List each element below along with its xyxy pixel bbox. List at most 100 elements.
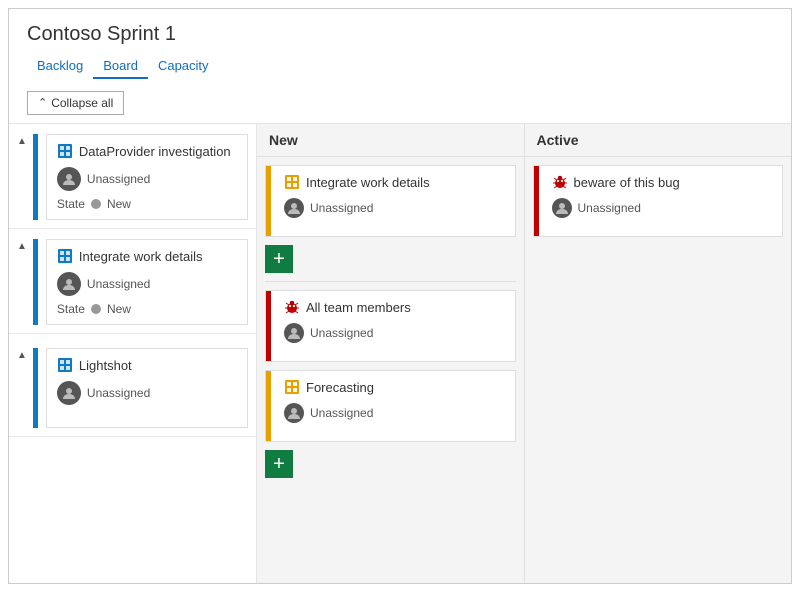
toolbar: ⌃ Collapse all	[9, 83, 791, 124]
card3-content: Forecasting Unassigned	[284, 379, 505, 423]
nav-tabs: Backlog Board Capacity	[27, 54, 773, 79]
plus-icon-2: +	[273, 453, 285, 476]
person-card-3: Lightshot Unassigned	[46, 348, 248, 428]
card1-user: Unassigned	[284, 198, 505, 218]
person-card-1-assignee: Unassigned	[87, 172, 150, 186]
person-card-3-title-text: Lightshot	[79, 358, 132, 373]
person-card-2-avatar-row: Unassigned	[57, 272, 237, 296]
card4-avatar	[552, 198, 572, 218]
card1-title: Integrate work details	[284, 174, 505, 190]
card4-bug-icon	[552, 174, 568, 190]
board-layout: ▲ DataProvider invest	[9, 124, 791, 584]
card3-assignee: Unassigned	[310, 406, 373, 420]
collapse-arrow-icon: ⌃	[38, 96, 47, 109]
card1-title-text: Integrate work details	[306, 175, 430, 190]
card4-bar	[534, 166, 539, 236]
state-dot-1	[91, 199, 101, 209]
add-card-group2-new-button[interactable]: +	[265, 450, 293, 478]
group3-collapse-icon[interactable]: ▲	[17, 350, 27, 361]
task-icon-1	[57, 143, 73, 159]
card4-content: beware of this bug Una	[552, 174, 773, 218]
column-new-header: New	[257, 124, 524, 157]
column-active-group2-empty	[533, 245, 784, 584]
person-group-header-1: ▲ DataProvider invest	[9, 124, 256, 228]
card2-bar	[266, 291, 271, 361]
card3-avatar	[284, 403, 304, 423]
blue-bar-2	[33, 239, 38, 325]
person-group-header-3: ▲ Lightshot	[9, 338, 256, 436]
plus-icon-1: +	[273, 248, 285, 271]
person-group-3: ▲ Lightshot	[9, 338, 256, 437]
card1-assignee: Unassigned	[310, 201, 373, 215]
card4-user: Unassigned	[552, 198, 773, 218]
tab-capacity[interactable]: Capacity	[148, 54, 219, 79]
card2-title: All team members	[284, 299, 505, 315]
group2-collapse-icon[interactable]: ▲	[17, 241, 27, 252]
card4-title: beware of this bug	[552, 174, 773, 190]
column-active-header: Active	[525, 124, 792, 157]
column-active: Active	[525, 124, 792, 584]
card2-user: Unassigned	[284, 323, 505, 343]
task-icon-3	[57, 357, 73, 373]
card1-bar	[266, 166, 271, 236]
board-columns: New	[257, 124, 791, 584]
state-label-1: State	[57, 197, 85, 211]
column-new-body: Integrate work details	[257, 157, 524, 584]
board-card-2[interactable]: All team members Unass	[265, 290, 516, 362]
card2-content: All team members Unass	[284, 299, 505, 343]
person-card-1-title: DataProvider investigation	[57, 143, 237, 159]
card1-content: Integrate work details	[284, 174, 505, 218]
collapse-all-button[interactable]: ⌃ Collapse all	[27, 91, 124, 115]
person-card-2-title-text: Integrate work details	[79, 249, 203, 264]
column-new-group1: Integrate work details	[265, 165, 516, 273]
person-card-1: DataProvider investigation Unassigned	[46, 134, 248, 220]
tab-backlog[interactable]: Backlog	[27, 54, 93, 79]
person-group-2: ▲ Integrate work details	[9, 229, 256, 334]
group1-collapse-icon[interactable]: ▲	[17, 136, 27, 147]
state-value-2: New	[107, 302, 131, 316]
person-card-3-title: Lightshot	[57, 357, 237, 373]
person-card-3-avatar-row: Unassigned	[57, 381, 237, 405]
card3-user: Unassigned	[284, 403, 505, 423]
person-column: ▲ DataProvider invest	[9, 124, 257, 584]
card1-avatar	[284, 198, 304, 218]
state-dot-2	[91, 304, 101, 314]
person-group-1: ▲ DataProvider invest	[9, 124, 256, 229]
person-card-1-title-text: DataProvider investigation	[79, 144, 231, 159]
blue-bar-3	[33, 348, 38, 428]
card2-bug-icon	[284, 299, 300, 315]
task-icon-2	[57, 248, 73, 264]
state-value-1: New	[107, 197, 131, 211]
group-divider	[265, 281, 516, 282]
add-card-group1-new-button[interactable]: +	[265, 245, 293, 273]
blue-bar-1	[33, 134, 38, 220]
card3-title: Forecasting	[284, 379, 505, 395]
board-card-1[interactable]: Integrate work details	[265, 165, 516, 237]
card4-assignee: Unassigned	[578, 201, 641, 215]
state-label-2: State	[57, 302, 85, 316]
card2-assignee: Unassigned	[310, 326, 373, 340]
card2-avatar	[284, 323, 304, 343]
person-card-1-state-row: State New	[57, 197, 237, 211]
person-card-2-state-row: State New	[57, 302, 237, 316]
person-card-1-avatar-row: Unassigned	[57, 167, 237, 191]
card3-task-icon	[284, 379, 300, 395]
column-new: New	[257, 124, 525, 584]
person-card-2-assignee: Unassigned	[87, 277, 150, 291]
avatar-2	[57, 272, 81, 296]
avatar-1	[57, 167, 81, 191]
column-active-body: beware of this bug Una	[525, 157, 792, 584]
card3-title-text: Forecasting	[306, 380, 374, 395]
tab-board[interactable]: Board	[93, 54, 148, 79]
board-card-3[interactable]: Forecasting Unassigned	[265, 370, 516, 442]
card4-title-text: beware of this bug	[574, 175, 680, 190]
person-card-2-title: Integrate work details	[57, 248, 237, 264]
person-group-header-2: ▲ Integrate work details	[9, 229, 256, 333]
page-title: Contoso Sprint 1	[27, 23, 773, 46]
card2-title-text: All team members	[306, 300, 411, 315]
card1-task-icon	[284, 174, 300, 190]
avatar-3	[57, 381, 81, 405]
board-card-4[interactable]: beware of this bug Una	[533, 165, 784, 237]
column-active-group1: beware of this bug Una	[533, 165, 784, 237]
column-new-group2: All team members Unass	[265, 290, 516, 478]
